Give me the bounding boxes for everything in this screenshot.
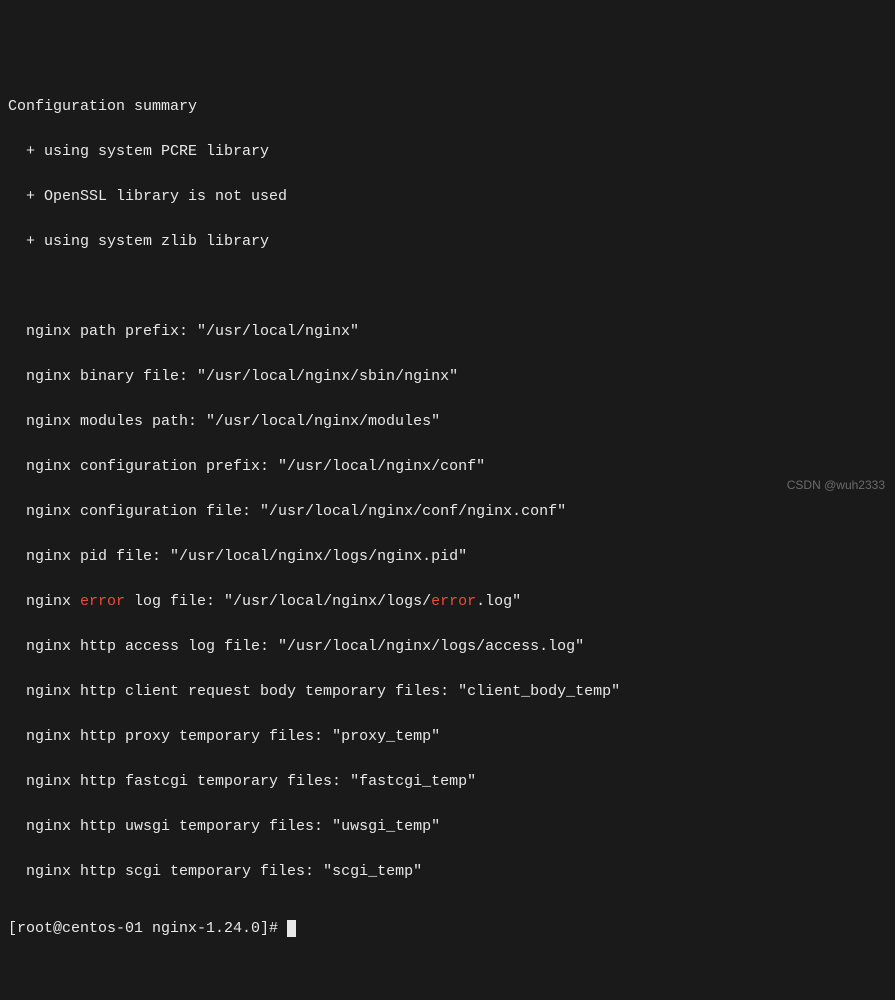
blank-line (8, 276, 887, 299)
cursor-icon (287, 920, 296, 937)
value: "/usr/local/nginx/sbin/nginx" (197, 368, 458, 385)
value: "/usr/local/nginx/modules" (206, 413, 440, 430)
bullet-openssl: + OpenSSL library is not used (8, 186, 887, 209)
path-access-log: nginx http access log file: "/usr/local/… (8, 636, 887, 659)
label: nginx configuration file: (26, 503, 260, 520)
error-keyword: error (80, 593, 125, 610)
config-summary-header: Configuration summary (8, 96, 887, 119)
bullet-zlib: + using system zlib library (8, 231, 887, 254)
label: nginx binary file: (26, 368, 197, 385)
label: nginx configuration prefix: (26, 458, 278, 475)
label: nginx modules path: (26, 413, 206, 430)
text: .log" (476, 593, 521, 610)
error-keyword: error (431, 593, 476, 610)
shell-prompt: [root@centos-01 nginx-1.24.0]# (8, 920, 287, 937)
path-prefix: nginx path prefix: "/usr/local/nginx" (8, 321, 887, 344)
path-fastcgi-temp: nginx http fastcgi temporary files: "fas… (8, 771, 887, 794)
path-scgi-temp: nginx http scgi temporary files: "scgi_t… (8, 861, 887, 884)
value: "uwsgi_temp" (332, 818, 440, 835)
value: "/usr/local/nginx/logs/nginx.pid" (170, 548, 467, 565)
path-conf-prefix: nginx configuration prefix: "/usr/local/… (8, 456, 887, 479)
label: nginx pid file: (26, 548, 170, 565)
path-uwsgi-temp: nginx http uwsgi temporary files: "uwsgi… (8, 816, 887, 839)
label: nginx http fastcgi temporary files: (26, 773, 350, 790)
path-client-body: nginx http client request body temporary… (8, 681, 887, 704)
value: "proxy_temp" (332, 728, 440, 745)
label: nginx path prefix: (26, 323, 197, 340)
path-error-log: nginx error log file: "/usr/local/nginx/… (8, 591, 887, 614)
bullet-pcre: + using system PCRE library (8, 141, 887, 164)
value: "/usr/local/nginx/conf" (278, 458, 485, 475)
path-conf-file: nginx configuration file: "/usr/local/ng… (8, 501, 887, 524)
value: "fastcgi_temp" (350, 773, 476, 790)
value: "client_body_temp" (458, 683, 620, 700)
watermark: CSDN @wuh2333 (787, 476, 885, 494)
text: log file: "/usr/local/nginx/logs/ (125, 593, 431, 610)
label: nginx http scgi temporary files: (26, 863, 323, 880)
label: nginx http proxy temporary files: (26, 728, 332, 745)
value: "/usr/local/nginx" (197, 323, 359, 340)
text: nginx (26, 593, 80, 610)
value: "scgi_temp" (323, 863, 422, 880)
shell-prompt-line[interactable]: [root@centos-01 nginx-1.24.0]# (8, 918, 887, 941)
label: nginx http uwsgi temporary files: (26, 818, 332, 835)
label: nginx http access log file: (26, 638, 278, 655)
path-binary: nginx binary file: "/usr/local/nginx/sbi… (8, 366, 887, 389)
label: nginx http client request body temporary… (26, 683, 458, 700)
path-pid-file: nginx pid file: "/usr/local/nginx/logs/n… (8, 546, 887, 569)
value: "/usr/local/nginx/conf/nginx.conf" (260, 503, 566, 520)
value: "/usr/local/nginx/logs/access.log" (278, 638, 584, 655)
path-modules: nginx modules path: "/usr/local/nginx/mo… (8, 411, 887, 434)
path-proxy-temp: nginx http proxy temporary files: "proxy… (8, 726, 887, 749)
